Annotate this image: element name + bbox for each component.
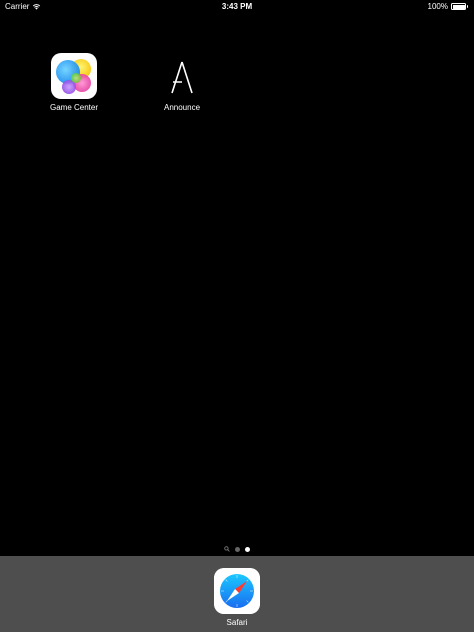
battery-icon — [451, 3, 469, 10]
app-label: Game Center — [49, 103, 99, 112]
app-safari[interactable]: Safari — [201, 568, 273, 627]
spotlight-search-icon — [224, 546, 230, 552]
app-game-center[interactable]: Game Center — [38, 53, 110, 112]
status-right: 100% — [428, 0, 469, 13]
battery-percentage: 100% — [427, 2, 448, 11]
game-center-icon — [51, 53, 97, 99]
page-dot-1 — [235, 546, 240, 552]
app-label: Announce — [163, 103, 201, 112]
status-time: 3:43 PM — [221, 2, 253, 11]
dock: Safari — [0, 556, 474, 632]
safari-icon — [214, 568, 260, 614]
status-bar: Carrier 3:43 PM 100% — [0, 0, 474, 13]
announce-icon — [159, 53, 205, 99]
home-screen: Carrier 3:43 PM 100% Game Center Announc… — [0, 0, 474, 632]
app-announce[interactable]: Announce — [146, 53, 218, 112]
page-indicator[interactable] — [0, 546, 474, 552]
app-label: Safari — [226, 618, 248, 627]
page-dot-2-current — [245, 546, 250, 552]
